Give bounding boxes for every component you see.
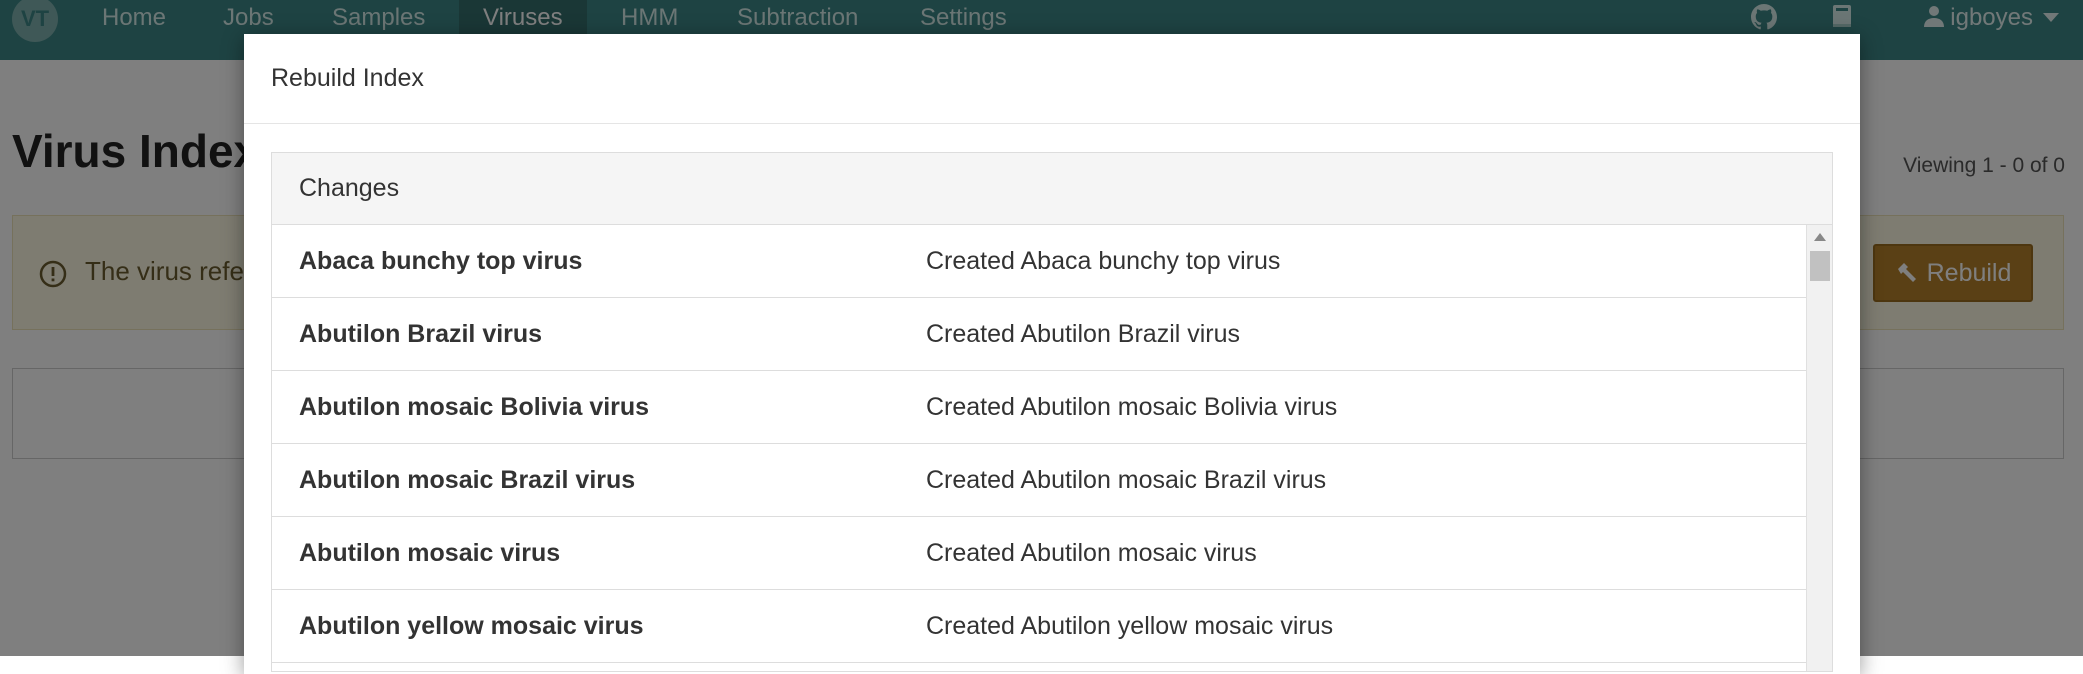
list-item: Abaca bunchy top virus Created Abaca bun… xyxy=(272,225,1806,298)
scroll-up-arrow-icon[interactable] xyxy=(1814,233,1826,241)
modal-title: Rebuild Index xyxy=(271,64,424,92)
panel-heading: Changes xyxy=(272,153,1832,225)
changes-panel: Changes Abaca bunchy top virus Created A… xyxy=(271,152,1833,672)
changes-list[interactable]: Abaca bunchy top virus Created Abaca bun… xyxy=(272,225,1806,663)
list-item: Abutilon Brazil virus Created Abutilon B… xyxy=(272,298,1806,371)
scroll-thumb[interactable] xyxy=(1810,251,1830,281)
list-item: Abutilon mosaic Brazil virus Created Abu… xyxy=(272,444,1806,517)
modal-header: Rebuild Index xyxy=(244,34,1860,124)
change-description: Created Abutilon Brazil virus xyxy=(926,320,1241,348)
change-virus-name: Abutilon mosaic Brazil virus xyxy=(299,466,636,494)
change-description: Created Abaca bunchy top virus xyxy=(926,247,1281,275)
change-virus-name: Abutilon yellow mosaic virus xyxy=(299,612,644,640)
list-item: Abutilon mosaic Bolivia virus Created Ab… xyxy=(272,371,1806,444)
list-item: Abutilon mosaic virus Created Abutilon m… xyxy=(272,517,1806,590)
change-virus-name: Abutilon mosaic virus xyxy=(299,539,561,567)
rebuild-index-modal: Rebuild Index Changes Abaca bunchy top v… xyxy=(244,34,1860,674)
change-description: Created Abutilon mosaic Bolivia virus xyxy=(926,393,1338,421)
change-virus-name: Abaca bunchy top virus xyxy=(299,247,583,275)
change-description: Created Abutilon mosaic virus xyxy=(926,539,1257,567)
change-virus-name: Abutilon mosaic Bolivia virus xyxy=(299,393,650,421)
change-description: Created Abutilon yellow mosaic virus xyxy=(926,612,1334,640)
changes-scrollbar[interactable] xyxy=(1806,225,1832,671)
change-virus-name: Abutilon Brazil virus xyxy=(299,320,543,348)
list-item: Abutilon yellow mosaic virus Created Abu… xyxy=(272,590,1806,663)
change-description: Created Abutilon mosaic Brazil virus xyxy=(926,466,1327,494)
